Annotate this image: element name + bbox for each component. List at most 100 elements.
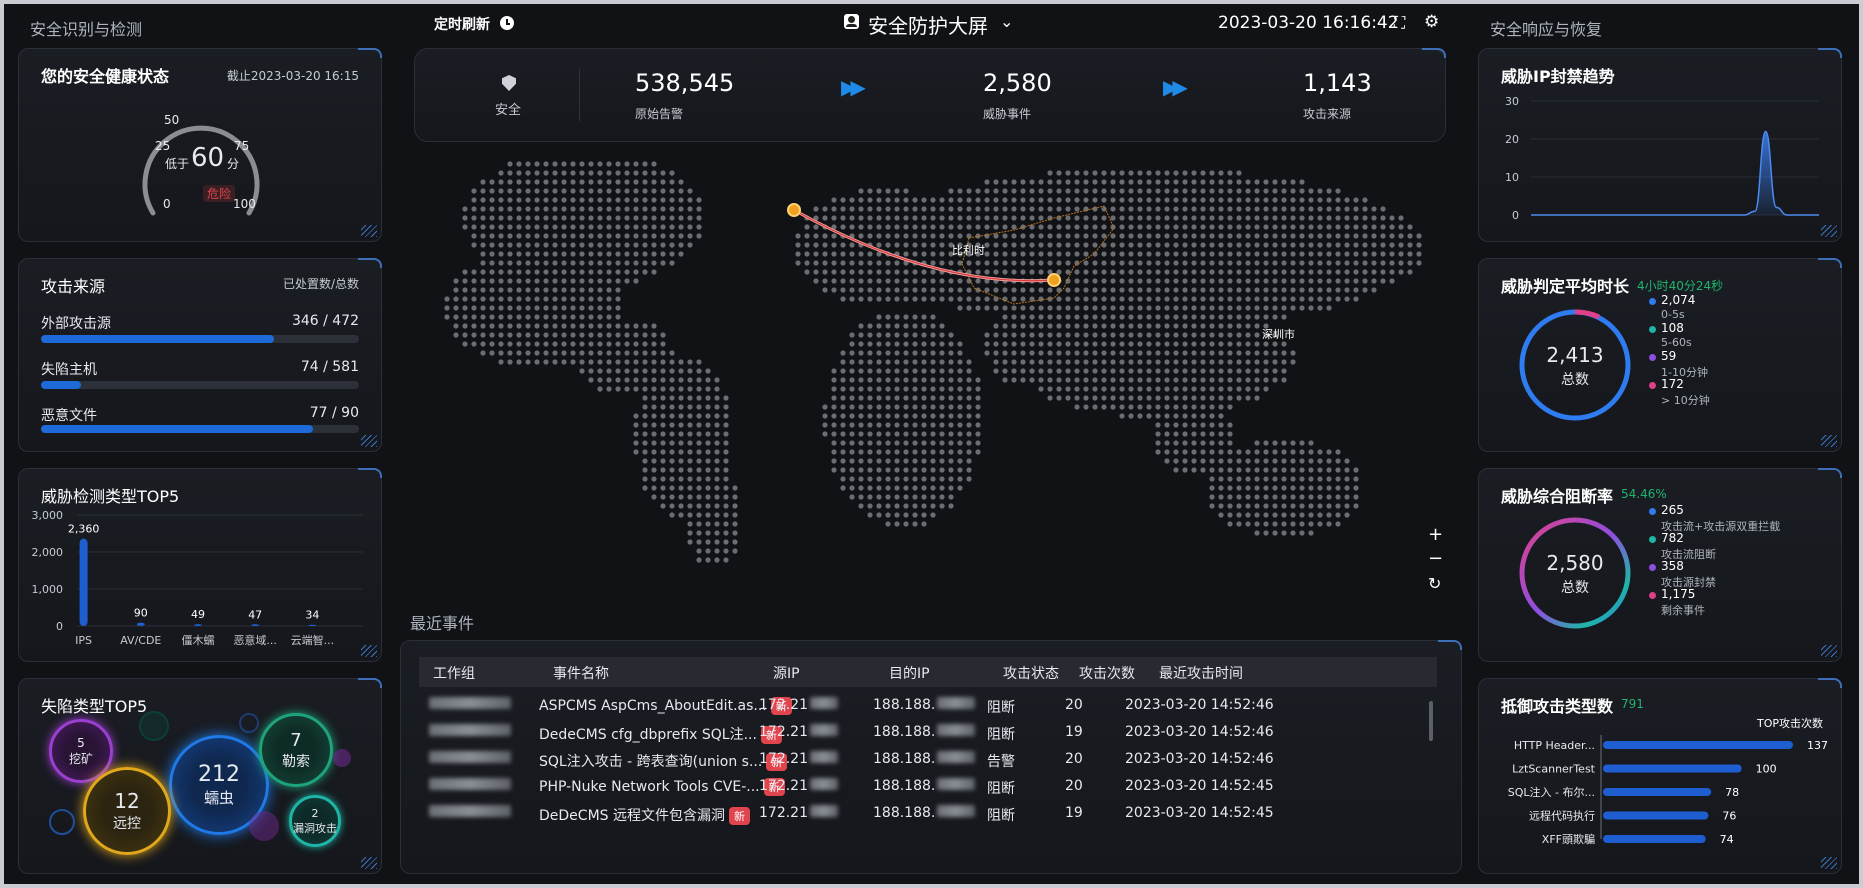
- chevron-down-icon[interactable]: ⌄: [1000, 12, 1013, 31]
- zoom-out-button[interactable]: −: [1428, 548, 1443, 569]
- y-category-label: LztScannerTest: [1512, 763, 1596, 776]
- gear-icon[interactable]: ⚙: [1424, 12, 1439, 32]
- bar-value-label: 100: [1756, 763, 1777, 776]
- block-rate-total: 2,580: [1546, 551, 1604, 575]
- col-header[interactable]: 目的IP: [889, 663, 930, 683]
- arrow-icon: ▶▶: [841, 75, 866, 99]
- map-source-city: 比利时: [952, 244, 985, 257]
- legend-dot: [1649, 508, 1656, 515]
- legend-label: > 10分钟: [1661, 394, 1710, 407]
- legend-dot: [1649, 298, 1656, 305]
- legend-dot: [1649, 326, 1656, 333]
- map-dots: [444, 161, 1422, 563]
- attack-item-label: 恶意文件: [41, 408, 97, 424]
- bar[interactable]: [79, 538, 88, 626]
- bar[interactable]: [1603, 835, 1706, 843]
- legend-dot: [1649, 536, 1656, 543]
- bar[interactable]: [251, 624, 260, 626]
- bar[interactable]: [1603, 764, 1742, 773]
- x-tick-label: AV/CDE: [120, 634, 161, 647]
- bubble-label: 挖矿: [68, 751, 93, 766]
- fullscreen-icon[interactable]: ⛶: [1394, 13, 1405, 33]
- left-section-title: 安全识别与检测: [30, 20, 143, 39]
- bar[interactable]: [1603, 811, 1709, 820]
- current-datetime: 2023-03-20 16:16:42: [1218, 13, 1399, 33]
- bar-value-label: 78: [1725, 786, 1739, 799]
- summary-panel: 安全 538,545 原始告警 ▶▶ 2,580 威胁事件 ▶▶ 1,143 攻…: [414, 48, 1446, 142]
- gauge-unit: 分: [227, 157, 240, 171]
- new-badge: 新: [728, 807, 750, 825]
- target-marker[interactable]: [1047, 273, 1061, 287]
- attack-item-label: 失陷主机: [41, 362, 97, 378]
- bar[interactable]: [1603, 788, 1712, 796]
- refresh-label[interactable]: 定时刷新: [434, 14, 490, 34]
- map-target-city: 深圳市: [1262, 328, 1295, 341]
- series-label: TOP攻击次数: [1756, 716, 1823, 730]
- bubble-label: 蠕虫: [203, 789, 234, 807]
- reset-view-button[interactable]: ↻: [1428, 574, 1441, 593]
- right-section-title: 安全响应与恢复: [1490, 20, 1603, 39]
- count-cell: 19: [1065, 805, 1083, 821]
- time-cell: 2023-03-20 14:52:46: [1125, 697, 1274, 713]
- fallen-bubble[interactable]: 2 漏洞攻击: [289, 795, 341, 847]
- health-score: 60: [191, 143, 225, 173]
- gauge-tick-100: 100: [233, 197, 256, 211]
- bubble-value: 7: [290, 729, 302, 751]
- decor-bubble: [333, 749, 351, 767]
- bubble-label: 勒索: [282, 753, 310, 770]
- attack-item-bar: [41, 335, 359, 343]
- world-map[interactable]: [414, 158, 1446, 578]
- x-tick-label: 云端智...: [291, 633, 335, 647]
- judge-time-avg: 4小时40分24秒: [1637, 279, 1724, 293]
- attack-item-bar-fill: [41, 335, 275, 343]
- y-tick-label: 10: [1505, 171, 1519, 184]
- dst-ip-cell: 188.188.: [873, 697, 976, 713]
- legend-value: 108: [1661, 321, 1684, 335]
- status-cell: 阻断: [987, 781, 1015, 797]
- event-name-cell: ASPCMS AspCms_AboutEdit.as... 新: [539, 697, 792, 715]
- col-header[interactable]: 工作组: [433, 663, 475, 683]
- y-tick-label: 3,000: [32, 509, 64, 522]
- y-tick-label: 30: [1505, 95, 1519, 108]
- col-header[interactable]: 攻击次数: [1079, 663, 1135, 683]
- table-row[interactable]: DeDeCMS 远程文件包含漏洞新 172.21 188.188. 阻断 19 2023-…: [419, 797, 1437, 829]
- table-header: 工作组 事件名称 源IP 目的IP 攻击状态 攻击次数 最近攻击时间: [419, 657, 1437, 687]
- attack-item-bar-fill: [41, 425, 314, 433]
- bar[interactable]: [194, 624, 202, 626]
- col-header[interactable]: 源IP: [773, 663, 800, 683]
- block-rate-value: 54.46%: [1621, 487, 1667, 501]
- attack-item-value: 74 / 581: [300, 359, 359, 375]
- threat-top5-title: 威胁检测类型TOP5: [41, 487, 180, 506]
- ip-block-trend-panel: 威胁IP封禁趋势 0 10 20 30: [1478, 48, 1842, 242]
- bar[interactable]: [1603, 741, 1793, 749]
- source-marker[interactable]: [787, 203, 801, 217]
- legend-dot: [1649, 592, 1656, 599]
- y-tick-label: 1,000: [32, 583, 64, 596]
- fallen-bubble[interactable]: 12 远控: [83, 767, 171, 855]
- clock-icon[interactable]: [500, 16, 514, 30]
- legend-value: 59: [1661, 349, 1677, 363]
- stat-label: 威胁事件: [983, 107, 1032, 121]
- dashboard-title[interactable]: 安全防护大屏: [868, 10, 988, 39]
- bar[interactable]: [136, 622, 145, 626]
- time-cell: 2023-03-20 14:52:46: [1125, 751, 1274, 767]
- time-cell: 2023-03-20 14:52:46: [1125, 724, 1274, 740]
- col-header[interactable]: 攻击状态: [1003, 663, 1059, 683]
- bar[interactable]: [308, 624, 317, 626]
- x-tick-label: 恶意域...: [233, 633, 277, 647]
- fallen-bubble[interactable]: 7 勒索: [259, 713, 333, 787]
- dst-ip-cell: 188.188.: [873, 778, 976, 794]
- col-header[interactable]: 最近攻击时间: [1159, 663, 1243, 683]
- zoom-in-button[interactable]: +: [1428, 524, 1443, 545]
- panel-corner-decoration: [1821, 225, 1837, 237]
- bar-value-label: 49: [191, 608, 205, 621]
- gauge-tick-50: 50: [164, 113, 180, 127]
- legend-value: 265: [1661, 503, 1684, 517]
- gauge-tick-0: 0: [163, 197, 171, 211]
- judge-time-panel: 威胁判定平均时长 4小时40分24秒 2,413 总数 2,074 0-5s 108…: [1478, 258, 1842, 452]
- col-header[interactable]: 事件名称: [553, 663, 609, 683]
- fallen-top5-panel: 失陷类型TOP5 5 挖矿 212 蠕虫 7 勒索 12 远控 2 漏洞攻击: [18, 678, 382, 874]
- count-cell: 20: [1065, 751, 1083, 767]
- event-name-cell: SQL注入攻击 - 跨表查询(union s... 新: [539, 751, 788, 771]
- table-scrollbar[interactable]: [1429, 701, 1433, 741]
